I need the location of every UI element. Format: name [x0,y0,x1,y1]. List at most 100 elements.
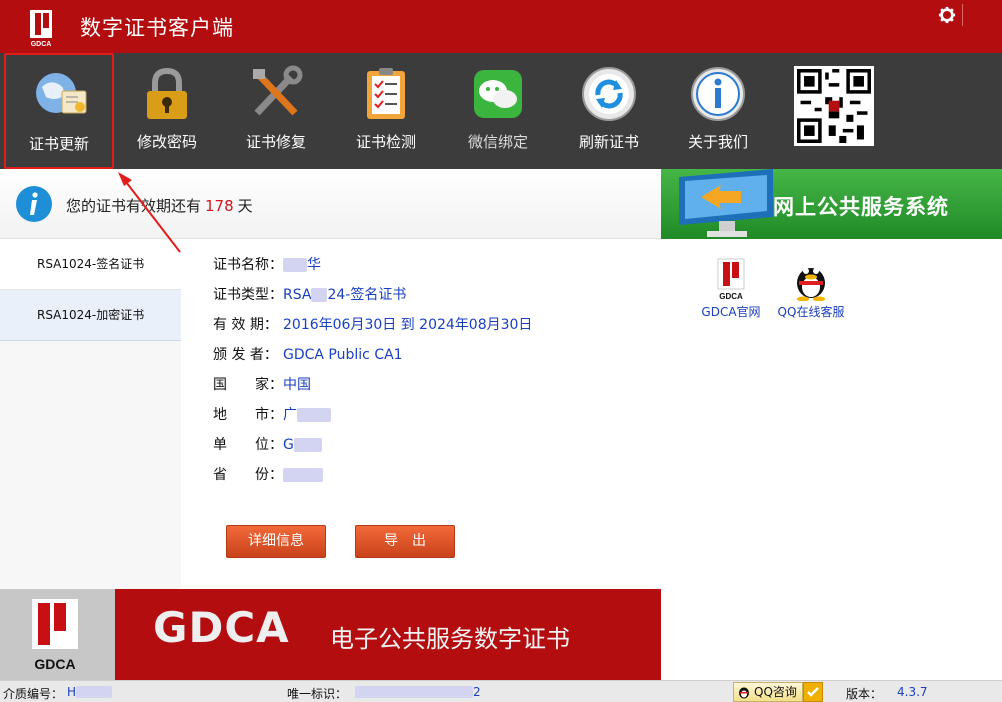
toolbar-label: 证书检测 [355,133,416,151]
redacted-text [293,438,322,452]
status-bar: 介质编号： H 唯一标识： 2 QQ咨询 版本： 4.3.7 [0,680,1002,702]
refresh-icon [582,67,636,121]
detail-value: 华 [307,257,321,273]
redacted-text [297,408,331,422]
detail-row-name: 证书名称： 华 [213,255,321,275]
toolbar-label: 修改密码 [136,133,197,151]
monitor-arrow-icon [679,169,773,237]
validity-message: 您的证书有效期还有 178 天 [66,195,253,216]
version-label: 版本： [846,687,883,701]
padlock-icon [147,67,187,119]
main-toolbar: 证书更新 修改密码 证书修复 证书检测 微信绑定 刷新证书 关于我们 [0,53,1002,169]
gdca-logo-icon: GDCA [32,599,78,672]
detail-key: 国 家： [213,377,283,393]
gdca-website-link[interactable]: GDCA GDCA官网 [701,257,761,320]
redacted-text [283,468,323,482]
qr-code-icon [797,69,871,143]
cert-update-icon [36,73,87,114]
toolbar-refresh-cert[interactable]: 刷新证书 [554,53,664,169]
detail-value: GDCA Public CA1 [283,347,403,363]
detail-key: 证书类型： [213,287,283,303]
cert-item-encrypt[interactable]: RSA1024-加密证书 [0,290,181,341]
detail-value: 24-签名证书 [327,287,407,303]
unique-id-value: 2 [473,685,481,699]
detail-key: 地 市： [213,407,283,423]
redacted-text [355,686,473,698]
export-button[interactable]: 导 出 [355,525,455,558]
logo-text: GDCA [34,656,75,672]
toolbar-label: 刷新证书 [578,133,639,151]
detail-row-validity: 有 效 期： 2016年06月30日 到 2024年08月30日 [213,315,532,335]
title-bar: GDCA 数字证书客户端 [0,0,1002,53]
detail-info-button[interactable]: 详细信息 [226,525,326,558]
gdca-logo-icon: GDCA [30,10,52,48]
detail-key: 颁 发 者： [213,347,278,363]
cert-details-panel: 证书名称： 华 证书类型：RSA 24-签名证书 有 效 期： 2016年06月30日… [181,239,661,589]
validity-info-bar: 您的证书有效期还有 178 天 [0,169,661,239]
footer-brand-text: GDCA [153,603,290,652]
logo-text: GDCA [31,41,52,48]
info-circle-icon [16,186,52,222]
detail-key: 证书名称： [213,257,283,273]
cert-list: RSA1024-签名证书 RSA1024-加密证书 [0,239,181,589]
right-links-panel: GDCA GDCA官网 QQ在线客服 [661,239,1002,680]
detail-row-issuer: 颁 发 者： GDCA Public CA1 [213,345,403,365]
detail-row-type: 证书类型：RSA 24-签名证书 [213,285,406,305]
detail-value: 中国 [283,377,311,393]
gdca-logo-icon: GDCA [717,258,745,301]
toolbar-about-us[interactable]: 关于我们 [663,53,773,169]
media-id-label: 介质编号： [3,687,64,701]
qq-consult-label: QQ咨询 [754,685,797,699]
footer-slogan: 电子公共服务数字证书 [330,625,570,653]
window-title: 数字证书客户端 [80,16,234,40]
detail-row-unit: 单 位：G [213,435,322,455]
validity-days: 178 [205,197,234,215]
redacted-text [283,258,307,272]
info-icon [691,67,745,121]
detail-row-country: 国 家：中国 [213,375,311,395]
validity-suffix: 天 [237,197,253,215]
gear-icon[interactable] [938,6,956,24]
wechat-icon [474,70,522,118]
qq-consult-button[interactable]: QQ咨询 [733,682,803,702]
toolbar-wechat-bind[interactable]: 微信绑定 [443,53,553,169]
qq-penguin-icon [739,687,749,699]
media-id-value: H [67,685,77,699]
qq-check-toggle[interactable] [803,682,823,702]
toolbar-cert-check[interactable]: 证书检测 [331,53,441,169]
qq-service-link[interactable]: QQ在线客服 [776,257,846,320]
gdca-link-label: GDCA官网 [701,305,761,319]
toolbar-label: 证书更新 [28,135,89,153]
public-service-banner[interactable]: 网上公共服务系统 [661,169,1002,239]
app-window: GDCA 数字证书客户端 证书更新 修改密码 证书修复 证书检测 微信绑定 刷新… [0,0,1002,702]
detail-row-province: 省 份： [213,465,323,485]
detail-value: G [283,437,294,453]
toolbar-cert-repair[interactable]: 证书修复 [221,53,331,169]
banner-text: 网上公共服务系统 [773,195,949,219]
detail-key: 单 位： [213,437,283,453]
detail-value: RSA [283,287,312,303]
cert-item-sign[interactable]: RSA1024-签名证书 [0,239,181,290]
validity-prefix: 您的证书有效期还有 [66,197,202,215]
redacted-text [311,288,328,302]
redacted-text [76,686,112,698]
toolbar-cert-update[interactable]: 证书更新 [4,53,114,169]
detail-key: 省 份： [213,467,283,483]
check-icon [807,687,819,697]
footer-brand-banner: GDCA GDCA 电子公共服务数字证书 [0,589,661,680]
toolbar-label: 微信绑定 [467,133,528,151]
detail-value: 广 [283,407,297,423]
toolbar-label: 证书修复 [245,133,306,151]
detail-row-city: 地 市：广 [213,405,331,425]
toolbar-label: 关于我们 [687,133,748,151]
logo-text: GDCA [719,292,743,301]
version-value: 4.3.7 [897,685,928,699]
footer-logo-box: GDCA [0,589,115,680]
repair-tools-icon [253,65,303,116]
qq-penguin-icon [797,268,825,301]
detail-value: 2016年06月30日 到 2024年08月30日 [283,317,533,333]
qr-code-image [794,66,874,146]
toolbar-change-password[interactable]: 修改密码 [112,53,222,169]
checklist-icon [367,68,405,119]
qq-link-label: QQ在线客服 [777,305,845,319]
